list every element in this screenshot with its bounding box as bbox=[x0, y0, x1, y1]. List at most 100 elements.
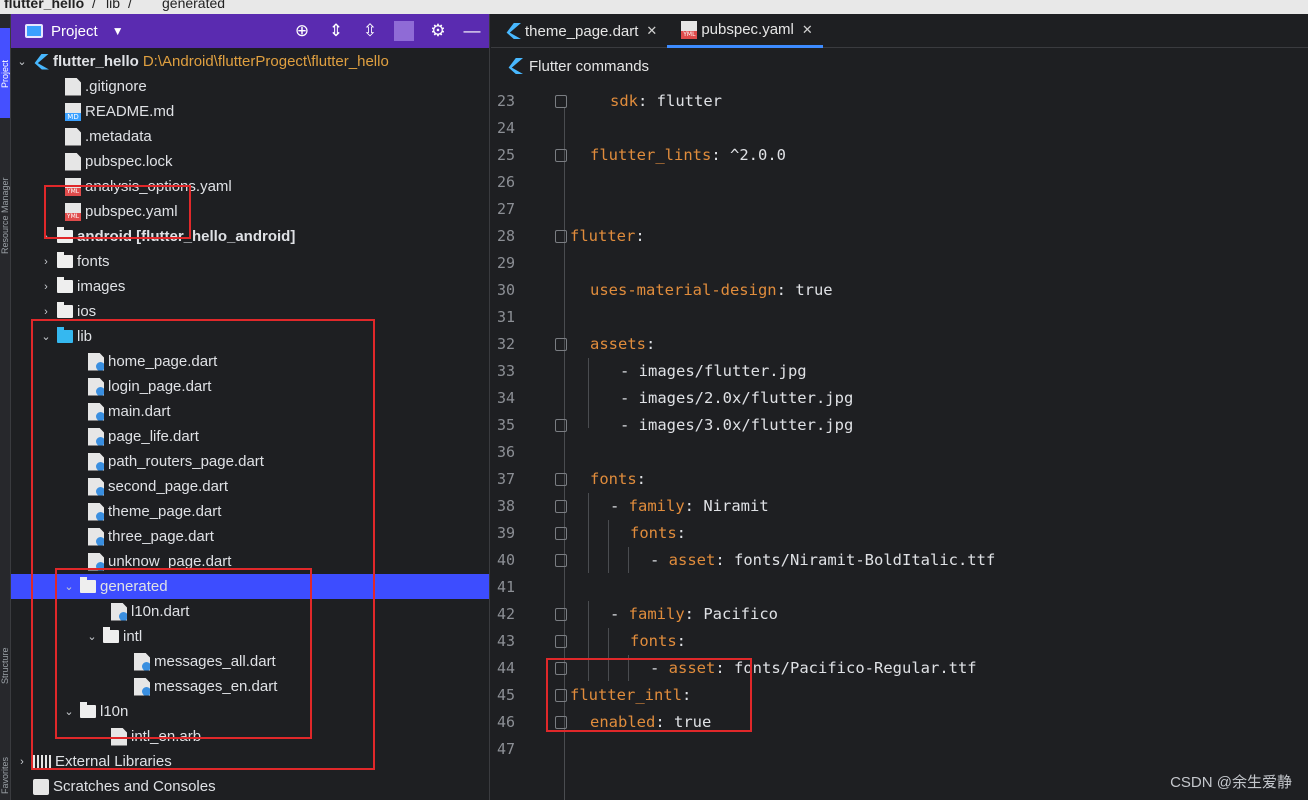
code-line[interactable]: 45 flutter_intl: bbox=[491, 682, 1308, 709]
yaml-key: fonts bbox=[590, 470, 637, 488]
tree-node-folder[interactable]: ⌄ l10n bbox=[11, 699, 489, 724]
code-line[interactable]: 27 bbox=[491, 196, 1308, 223]
breadcrumb-item-project[interactable]: flutter_hello bbox=[4, 0, 84, 11]
code-line[interactable]: 25 flutter_lints: ^2.0.0 bbox=[491, 142, 1308, 169]
locate-icon[interactable]: ⊕ bbox=[292, 21, 312, 41]
collapse-all-icon[interactable]: ⇳ bbox=[360, 21, 380, 41]
code-line[interactable]: 31 bbox=[491, 304, 1308, 331]
fold-marker-icon[interactable] bbox=[555, 527, 567, 540]
chevron-down-icon[interactable]: ⌄ bbox=[85, 630, 99, 643]
chevron-right-icon[interactable]: › bbox=[15, 756, 29, 768]
fold-marker-icon[interactable] bbox=[555, 689, 567, 702]
tree-node-folder[interactable]: › fonts bbox=[11, 249, 489, 274]
code-line[interactable]: 33 - images/flutter.jpg bbox=[491, 358, 1308, 385]
chevron-down-icon[interactable]: ⌄ bbox=[62, 580, 76, 593]
tree-node-file[interactable]: three_page.dart bbox=[11, 524, 489, 549]
code-line[interactable]: 40 - asset: fonts/Niramit-BoldItalic.ttf bbox=[491, 547, 1308, 574]
tree-node-file[interactable]: intl_en.arb bbox=[11, 724, 489, 749]
close-icon[interactable]: ✕ bbox=[802, 22, 813, 38]
tree-node-file[interactable]: page_life.dart bbox=[11, 424, 489, 449]
code-line[interactable]: 39 fonts: bbox=[491, 520, 1308, 547]
tree-node-root[interactable]: ⌄ flutter_hello D:\Android\flutterProgec… bbox=[11, 49, 489, 74]
tree-node-file[interactable]: login_page.dart bbox=[11, 374, 489, 399]
tree-node-file[interactable]: messages_all.dart bbox=[11, 649, 489, 674]
code-line[interactable]: 46 enabled: true bbox=[491, 709, 1308, 736]
tool-tab-project[interactable]: Project bbox=[0, 28, 10, 88]
close-icon[interactable]: ✕ bbox=[646, 23, 657, 39]
fold-marker-icon[interactable] bbox=[555, 95, 567, 108]
code-line[interactable]: 47 bbox=[491, 736, 1308, 763]
fold-marker-icon[interactable] bbox=[555, 419, 567, 432]
breadcrumb-item-generated[interactable]: generated bbox=[162, 0, 225, 11]
code-line[interactable]: 28 flutter: bbox=[491, 223, 1308, 250]
fold-marker-icon[interactable] bbox=[555, 716, 567, 729]
expand-all-icon[interactable]: ⇕ bbox=[326, 21, 346, 41]
tree-node-file[interactable]: second_page.dart bbox=[11, 474, 489, 499]
code-line[interactable]: 37 fonts: bbox=[491, 466, 1308, 493]
code-line[interactable]: 24 bbox=[491, 115, 1308, 142]
tree-node-external-libraries[interactable]: › External Libraries bbox=[11, 749, 489, 774]
chevron-right-icon[interactable]: › bbox=[39, 306, 53, 318]
tree-node-file[interactable]: analysis_options.yaml bbox=[11, 174, 489, 199]
chevron-down-icon[interactable]: ▼ bbox=[112, 24, 124, 38]
code-line[interactable]: 35 - images/3.0x/flutter.jpg bbox=[491, 412, 1308, 439]
tree-node-file[interactable]: main.dart bbox=[11, 399, 489, 424]
tree-node-folder[interactable]: › android [flutter_hello_android] bbox=[11, 224, 489, 249]
tree-node-file[interactable]: pubspec.yaml bbox=[11, 199, 489, 224]
tree-node-file[interactable]: .metadata bbox=[11, 124, 489, 149]
code-line[interactable]: 26 bbox=[491, 169, 1308, 196]
tree-node-folder[interactable]: ⌄ lib bbox=[11, 324, 489, 349]
tool-tab-resource-manager[interactable]: Resource Manager bbox=[0, 124, 10, 254]
tree-node-file[interactable]: .gitignore bbox=[11, 74, 489, 99]
code-line[interactable]: 38 - family: Niramit bbox=[491, 493, 1308, 520]
code-line[interactable]: 43 fonts: bbox=[491, 628, 1308, 655]
tree-node-file[interactable]: l10n.dart bbox=[11, 599, 489, 624]
tool-tab-favorites[interactable]: Favorites bbox=[0, 704, 10, 794]
code-line[interactable]: 36 bbox=[491, 439, 1308, 466]
minimize-icon[interactable]: — bbox=[462, 21, 482, 41]
tab-theme-page[interactable]: theme_page.dart ✕ bbox=[491, 14, 667, 48]
tree-node-file[interactable]: path_routers_page.dart bbox=[11, 449, 489, 474]
gear-icon[interactable]: ⚙ bbox=[428, 21, 448, 41]
fold-marker-icon[interactable] bbox=[555, 635, 567, 648]
flutter-commands-bar[interactable]: Flutter commands bbox=[491, 49, 1308, 83]
code-line[interactable]: 32 assets: bbox=[491, 331, 1308, 358]
chevron-down-icon[interactable]: ⌄ bbox=[62, 705, 76, 718]
fold-marker-icon[interactable] bbox=[555, 608, 567, 621]
tree-node-file[interactable]: pubspec.lock bbox=[11, 149, 489, 174]
fold-marker-icon[interactable] bbox=[555, 149, 567, 162]
code-line[interactable]: 44 - asset: fonts/Pacifico-Regular.ttf bbox=[491, 655, 1308, 682]
tree-node-folder[interactable]: ⌄ intl bbox=[11, 624, 489, 649]
line-number: 44 bbox=[496, 659, 515, 677]
tool-tab-structure[interactable]: Structure bbox=[0, 594, 10, 684]
fold-marker-icon[interactable] bbox=[555, 338, 567, 351]
chevron-right-icon[interactable]: › bbox=[39, 231, 53, 243]
code-line[interactable]: 41 bbox=[491, 574, 1308, 601]
code-line[interactable]: 34 - images/2.0x/flutter.jpg bbox=[491, 385, 1308, 412]
code-line[interactable]: 30 uses-material-design: true bbox=[491, 277, 1308, 304]
code-line[interactable]: 23 sdk: flutter bbox=[491, 88, 1308, 115]
tree-node-file[interactable]: home_page.dart bbox=[11, 349, 489, 374]
tree-node-scratches[interactable]: Scratches and Consoles bbox=[11, 774, 489, 799]
chevron-right-icon[interactable]: › bbox=[39, 256, 53, 268]
fold-marker-icon[interactable] bbox=[555, 662, 567, 675]
tree-node-file[interactable]: README.md bbox=[11, 99, 489, 124]
code-line[interactable]: 29 bbox=[491, 250, 1308, 277]
code-line[interactable]: 42 - family: Pacifico bbox=[491, 601, 1308, 628]
fold-marker-icon[interactable] bbox=[555, 500, 567, 513]
tree-node-file[interactable]: theme_page.dart bbox=[11, 499, 489, 524]
tree-node-folder[interactable]: › ios bbox=[11, 299, 489, 324]
tab-pubspec-yaml[interactable]: pubspec.yaml ✕ bbox=[667, 14, 823, 48]
fold-marker-icon[interactable] bbox=[555, 473, 567, 486]
project-view-title[interactable]: Project bbox=[51, 23, 98, 40]
tree-node-file[interactable]: unknow_page.dart bbox=[11, 549, 489, 574]
tree-node-folder[interactable]: › images bbox=[11, 274, 489, 299]
chevron-down-icon[interactable]: ⌄ bbox=[39, 330, 53, 343]
chevron-right-icon[interactable]: › bbox=[39, 281, 53, 293]
tree-node-file[interactable]: messages_en.dart bbox=[11, 674, 489, 699]
tree-node-folder-selected[interactable]: ⌄ generated bbox=[11, 574, 489, 599]
breadcrumb-item-lib[interactable]: lib bbox=[106, 0, 120, 11]
chevron-down-icon[interactable]: ⌄ bbox=[15, 55, 29, 68]
fold-marker-icon[interactable] bbox=[555, 230, 567, 243]
fold-marker-icon[interactable] bbox=[555, 554, 567, 567]
